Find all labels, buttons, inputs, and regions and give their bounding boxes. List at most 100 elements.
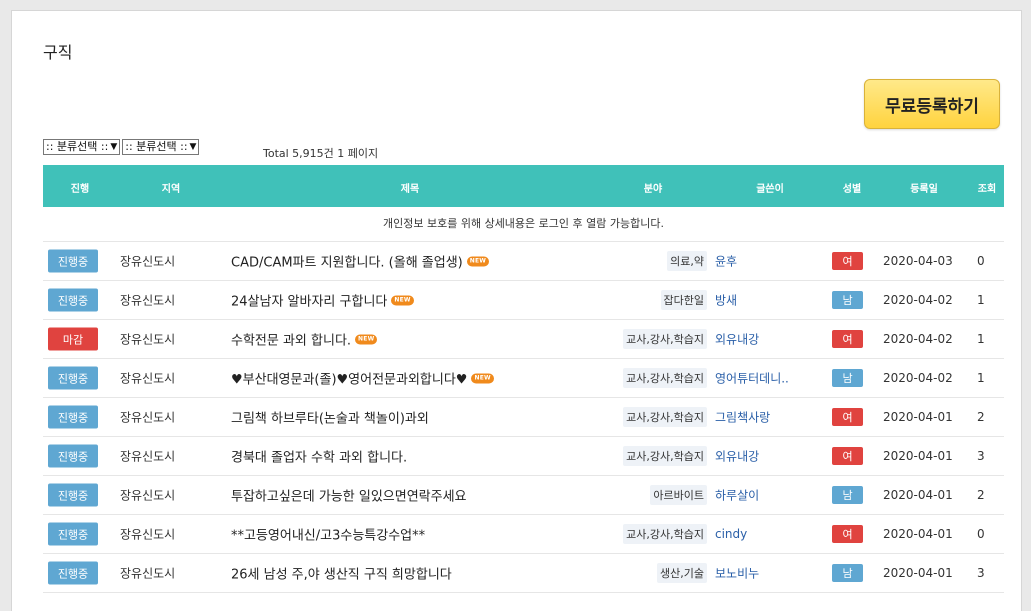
category-tag[interactable]: 잡다한일 (660, 290, 707, 310)
category-select-1-label: :: 분류선택 :: (46, 140, 109, 153)
category-tag[interactable]: 교사,강사,학습지 (623, 524, 707, 544)
new-badge: NEW (391, 295, 414, 305)
category-tag[interactable]: 교사,강사,학습지 (623, 407, 707, 427)
header-gender: 성별 (842, 184, 862, 195)
gender-badge: 남 (832, 564, 863, 582)
date-cell: 2020-04-02 (883, 293, 953, 307)
author-link[interactable]: 그림책사랑 (715, 409, 770, 426)
header-region: 지역 (161, 184, 181, 195)
views-cell: 1 (977, 293, 985, 307)
author-link[interactable]: cindy (715, 527, 747, 541)
author-link[interactable]: 외유내강 (715, 331, 759, 348)
post-title-link[interactable]: ♥부산대영문과(졸)♥영어전문과외합니다♥ NEW (231, 369, 494, 388)
category-tag[interactable]: 교사,강사,학습지 (623, 329, 707, 349)
region-cell: 장유신도시 (120, 566, 176, 581)
gender-badge: 남 (832, 291, 863, 309)
board-container: 구직 무료등록하기 :: 분류선택 :: ▼ :: 분류선택 :: ▼ Total … (11, 10, 1022, 611)
views-cell: 1 (977, 371, 985, 385)
post-title-text: **고등영어내신/고3수능특강수업** (231, 528, 426, 544)
new-badge: NEW (355, 334, 378, 344)
category-tag[interactable]: 아르바이트 (650, 485, 707, 505)
post-title-text: 투잡하고싶은데 가능한 일있으면연락주세요 (231, 489, 467, 505)
post-title-link[interactable]: **고등영어내신/고3수능특강수업** (231, 525, 425, 544)
status-badge[interactable]: 진행중 (48, 249, 98, 273)
category-tag[interactable]: 의료,약 (667, 251, 707, 271)
table-row: 진행중 장유신도시 **고등영어내신/고3수능특강수업** 교사,강사,학습지 cind… (43, 515, 1004, 554)
post-title-text: 24살남자 알바자리 구합니다 (231, 294, 388, 310)
date-cell: 2020-04-01 (883, 449, 953, 463)
status-badge[interactable]: 진행중 (48, 522, 98, 546)
status-badge[interactable]: 진행중 (48, 366, 98, 390)
status-badge[interactable]: 진행중 (48, 444, 98, 468)
category-tag[interactable]: 교사,강사,학습지 (623, 368, 707, 388)
post-title-link[interactable]: 투잡하고싶은데 가능한 일있으면연락주세요 (231, 486, 467, 505)
header-date[interactable]: 등록일 (910, 180, 938, 195)
new-badge: NEW (471, 373, 494, 383)
date-cell: 2020-04-02 (883, 332, 953, 346)
header-views[interactable]: 조회 (978, 180, 996, 195)
post-title-text: 26세 남성 주,야 생산직 구직 희망합니다 (231, 567, 452, 583)
author-link[interactable]: 영어튜터데니.. (715, 370, 789, 387)
table-row: 진행중 장유신도시 24살남자 알바자리 구합니다 NEW 잡다한일 방새 남 2020-04… (43, 281, 1004, 320)
category-tag[interactable]: 교사,강사,학습지 (623, 446, 707, 466)
gender-badge: 여 (832, 525, 863, 543)
date-cell: 2020-04-03 (883, 254, 953, 268)
category-select-2[interactable]: :: 분류선택 :: ▼ (122, 139, 200, 155)
category-select-1[interactable]: :: 분류선택 :: ▼ (43, 139, 121, 155)
gender-badge: 남 (832, 369, 863, 387)
privacy-notice: 개인정보 보호를 위해 상세내용은 로그인 후 열람 가능합니다. (43, 207, 1004, 242)
author-link[interactable]: 방새 (715, 292, 737, 309)
views-cell: 0 (977, 254, 985, 268)
gender-badge: 여 (832, 447, 863, 465)
header-title[interactable]: 제목 (401, 180, 419, 195)
status-badge[interactable]: 진행중 (48, 561, 98, 585)
views-cell: 3 (977, 449, 985, 463)
date-cell: 2020-04-01 (883, 410, 953, 424)
views-cell: 2 (977, 488, 985, 502)
table-row: 진행중 장유신도시 26세 남성 주,야 생산직 구직 희망합니다 생산,기술 보노비누… (43, 554, 1004, 593)
post-title-link[interactable]: CAD/CAM파트 지원합니다. (올해 졸업생) NEW (231, 252, 490, 271)
gender-badge: 여 (832, 330, 863, 348)
region-cell: 장유신도시 (120, 371, 176, 386)
author-link[interactable]: 윤후 (715, 253, 737, 270)
post-title-link[interactable]: 수학전문 과외 합니다. NEW (231, 330, 378, 349)
table-row: 진행중 장유신도시 투잡하고싶은데 가능한 일있으면연락주세요 아르바이트 하루살이 남 2… (43, 476, 1004, 515)
views-cell: 3 (977, 566, 985, 580)
status-badge[interactable]: 진행중 (48, 483, 98, 507)
post-title-link[interactable]: 그림책 하브루타(논술과 책놀이)과외 (231, 408, 429, 427)
chevron-down-icon: ▼ (189, 142, 197, 152)
author-link[interactable]: 외유내강 (715, 448, 759, 465)
gender-badge: 여 (832, 252, 863, 270)
register-button[interactable]: 무료등록하기 (864, 79, 1000, 129)
new-badge: NEW (466, 256, 490, 266)
region-cell: 장유신도시 (120, 488, 176, 503)
date-cell: 2020-04-01 (883, 527, 953, 541)
views-cell: 2 (977, 410, 985, 424)
region-cell: 장유신도시 (120, 332, 176, 347)
region-cell: 장유신도시 (120, 293, 176, 308)
page-title: 구직 (43, 43, 73, 62)
views-cell: 0 (977, 527, 985, 541)
post-title-link[interactable]: 경북대 졸업자 수학 과외 합니다. (231, 447, 407, 466)
post-title-link[interactable]: 24살남자 알바자리 구합니다 NEW (231, 291, 414, 310)
post-title-text: 그림책 하브루타(논술과 책놀이)과외 (231, 411, 429, 427)
table-header: 진행 지역 제목 분야 글쓴이 성별 등록일 조회 (43, 165, 1004, 207)
status-badge[interactable]: 진행중 (48, 288, 98, 312)
date-cell: 2020-04-01 (883, 488, 953, 502)
region-cell: 장유신도시 (120, 254, 176, 269)
header-category: 분야 (643, 184, 663, 195)
chevron-down-icon: ▼ (110, 142, 118, 152)
region-cell: 장유신도시 (120, 527, 176, 542)
author-link[interactable]: 하루살이 (715, 487, 759, 504)
category-filters: :: 분류선택 :: ▼ :: 분류선택 :: ▼ (43, 139, 200, 155)
post-title-text: 경북대 졸업자 수학 과외 합니다. (231, 450, 408, 466)
status-badge[interactable]: 마감 (48, 327, 98, 351)
post-title-link[interactable]: 26세 남성 주,야 생산직 구직 희망합니다 (231, 564, 452, 583)
status-badge[interactable]: 진행중 (48, 405, 98, 429)
total-count: Total 5,915건 1 페이지 (263, 147, 379, 160)
table-row: 진행중 장유신도시 CAD/CAM파트 지원합니다. (올해 졸업생) NEW 의료,약… (43, 242, 1004, 281)
category-tag[interactable]: 생산,기술 (657, 563, 707, 583)
author-link[interactable]: 보노비누 (715, 565, 759, 582)
table-body: 진행중 장유신도시 CAD/CAM파트 지원합니다. (올해 졸업생) NEW 의료,약… (43, 242, 1004, 593)
date-cell: 2020-04-02 (883, 371, 953, 385)
